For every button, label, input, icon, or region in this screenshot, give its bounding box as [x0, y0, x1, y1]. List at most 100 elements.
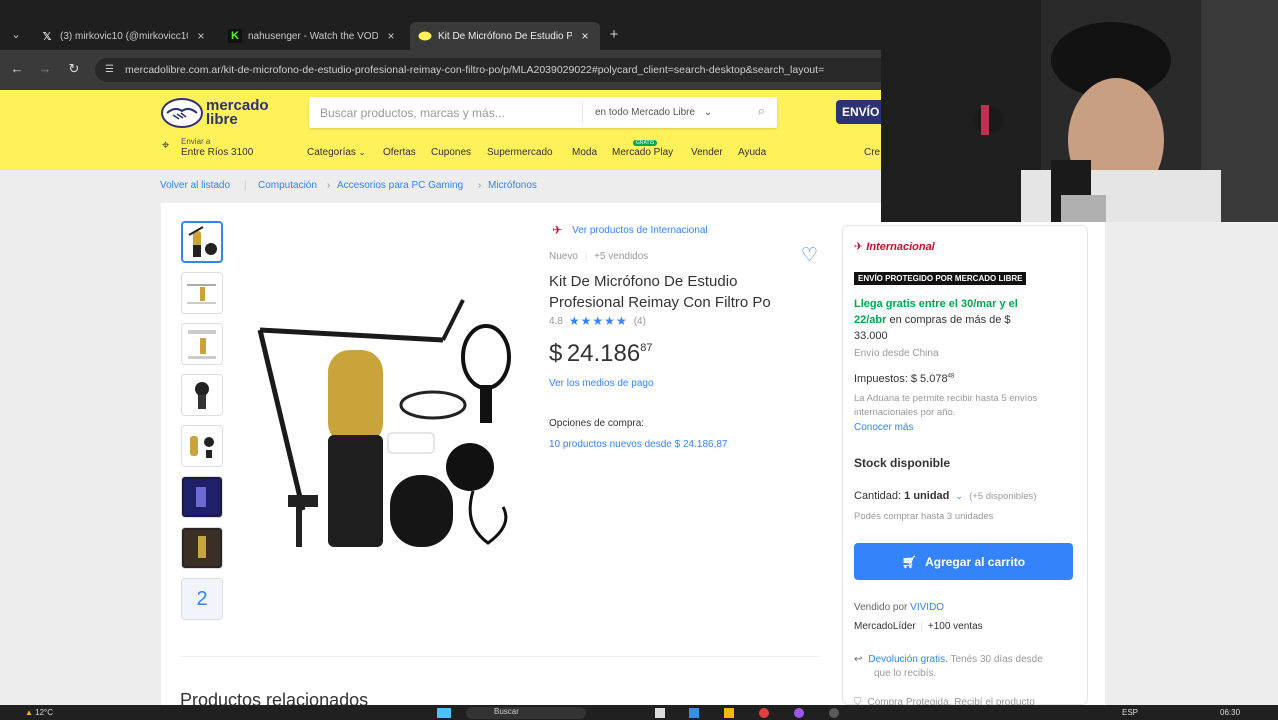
return-arrow-icon: ↩: [854, 654, 863, 665]
language-indicator[interactable]: ESP: [1122, 708, 1138, 717]
ships-from: Envío desde China: [854, 348, 939, 359]
review-count: (4): [633, 315, 646, 327]
thumbnail-1[interactable]: [181, 221, 223, 263]
mercadolibre-logo-icon: [418, 29, 432, 43]
windows-start-icon[interactable]: [437, 708, 451, 718]
seller-level: MercadoLíder: [854, 621, 916, 632]
tab-label: nahusenger - Watch the VOD o: [248, 30, 378, 42]
tab-kick[interactable]: K nahusenger - Watch the VOD o ×: [220, 22, 406, 50]
handshake-logo-icon: [161, 98, 203, 128]
reload-icon[interactable]: ↻: [65, 60, 83, 78]
nav-moda[interactable]: Moda: [572, 147, 597, 158]
thumbnail-5[interactable]: [181, 425, 223, 467]
breadcrumb-item[interactable]: Micrófonos: [488, 180, 537, 191]
payment-methods-link[interactable]: Ver los medios de pago: [549, 378, 654, 389]
mic-thumbnail-image: [184, 479, 220, 515]
tab-mercadolibre[interactable]: Kit De Micrófono De Estudio Pr ×: [410, 22, 600, 50]
thumbnail-3[interactable]: [181, 323, 223, 365]
favorite-heart-icon[interactable]: ♡: [801, 244, 818, 267]
nav-ayuda[interactable]: Ayuda: [738, 147, 766, 158]
seller-reputation: MercadoLíder | +100 ventas: [854, 621, 983, 632]
taskbar-app-icon[interactable]: [794, 708, 804, 718]
taskbar-app-icon[interactable]: [724, 708, 734, 718]
clock[interactable]: 06:30: [1220, 708, 1240, 717]
chevron-right-icon: ›: [478, 180, 482, 191]
kick-logo-icon: K: [228, 29, 242, 43]
deliver-to[interactable]: ⌖ Enviar a Entre Ríos 3100: [162, 135, 282, 161]
back-to-list-link[interactable]: Volver al listado: [160, 180, 230, 191]
forward-arrow-icon[interactable]: →: [36, 60, 54, 78]
taskbar-search[interactable]: Buscar: [466, 707, 586, 719]
thumbnail-2[interactable]: [181, 272, 223, 314]
search-scope-select[interactable]: en todo Mercado Libre ⌄: [582, 102, 742, 123]
seller-store-link[interactable]: Ver productos de Internacional: [572, 225, 708, 236]
taskbar-app-icon[interactable]: [655, 708, 665, 718]
search-icon[interactable]: ⌕: [758, 103, 765, 119]
purchase-options-link[interactable]: 10 productos nuevos desde $ 24.186,87: [549, 439, 727, 450]
location-pin-icon: ⌖: [162, 137, 170, 152]
learn-more-link[interactable]: Conocer más: [854, 422, 913, 433]
breadcrumb-item[interactable]: Accesorios para PC Gaming: [337, 180, 463, 191]
quantity-value: 1 unidad: [904, 490, 950, 502]
promo-banner[interactable]: ENVÍO: [836, 100, 886, 124]
chevron-right-icon: ›: [327, 180, 331, 191]
mic-thumbnail-image: [184, 530, 220, 566]
quantity-label: Cantidad:: [854, 490, 902, 502]
new-tab-plus-icon[interactable]: +: [606, 27, 622, 43]
nav-ofertas[interactable]: Ofertas: [383, 147, 416, 158]
nav-cupones[interactable]: Cupones: [431, 147, 471, 158]
arrival-info: Llega gratis entre el 30/mar y el 22/abr…: [854, 296, 1074, 344]
seller-name-link[interactable]: VIVIDO: [910, 602, 944, 613]
divider: [180, 656, 820, 657]
quantity-selector[interactable]: Cantidad: 1 unidad ⌄ (+5 disponibles): [854, 490, 1036, 502]
close-icon[interactable]: ×: [194, 29, 208, 43]
star-rating-icon: ★★★★★: [568, 314, 628, 328]
tab-list-chevron-icon[interactable]: ⌄: [8, 28, 24, 44]
nav-categorias[interactable]: Categorías ⌄: [307, 147, 365, 158]
search-box[interactable]: Buscar productos, marcas y más... en tod…: [309, 97, 777, 128]
nav-supermercado[interactable]: Supermercado: [487, 147, 553, 158]
quantity-available: (+5 disponibles): [969, 491, 1037, 502]
taxes-cents: 48: [947, 373, 955, 380]
free-return-link[interactable]: Devolución gratis.: [868, 654, 947, 665]
nav-crear-cuenta[interactable]: Cre: [864, 147, 880, 158]
free-return: ↩ Devolución gratis. Tenés 30 días desde …: [854, 654, 1043, 679]
taskbar-app-icon[interactable]: [759, 708, 769, 718]
taxes: Impuestos: $ 5.07848: [854, 373, 955, 385]
mic-thumbnail-image: [195, 382, 209, 409]
purchase-options-label: Opciones de compra:: [549, 418, 645, 429]
taskbar-app-icon[interactable]: [829, 708, 839, 718]
price-cents: 87: [640, 342, 653, 354]
play-free-badge: GRATIS: [633, 140, 658, 146]
add-to-cart-button[interactable]: 🛒︎ Agregar al carrito: [854, 543, 1073, 580]
seller-store-banner[interactable]: ✈ Ver productos de Internacional: [552, 223, 708, 237]
chevron-down-icon: ⌄: [358, 148, 366, 157]
deliver-address: Entre Ríos 3100: [181, 147, 254, 158]
more-images-count: 2: [196, 587, 208, 610]
thumbnail-4[interactable]: [181, 374, 223, 416]
rating-value: 4.8: [549, 315, 563, 327]
thumbnail-more[interactable]: 2: [181, 578, 223, 620]
mercadolibre-logo[interactable]: mercado libre: [161, 96, 273, 130]
product-main-image[interactable]: [248, 285, 528, 555]
nav-mercado-play[interactable]: Mercado Play: [612, 147, 673, 158]
rating-row[interactable]: 4.8 ★★★★★ (4): [549, 314, 646, 328]
nav-vender[interactable]: Vender: [691, 147, 723, 158]
tab-x[interactable]: 𝕏 (3) mirkovic10 (@mirkovicc10) ×: [32, 22, 216, 50]
thumbnail-6[interactable]: [181, 476, 223, 518]
weather-widget[interactable]: ▲ 12°C: [25, 708, 53, 717]
arrival-date-end: 22/abr: [854, 314, 887, 326]
close-icon[interactable]: ×: [384, 29, 398, 43]
price: $ 24.18687: [549, 340, 652, 368]
close-icon[interactable]: ×: [578, 29, 592, 43]
search-input[interactable]: Buscar productos, marcas y más...: [320, 106, 505, 120]
back-arrow-icon[interactable]: ←: [8, 60, 26, 78]
thumbnail-7[interactable]: [181, 527, 223, 569]
tab-label: Kit De Micrófono De Estudio Pr: [438, 30, 572, 42]
condition: Nuevo: [549, 251, 578, 262]
weather-icon: ▲: [25, 708, 33, 717]
breadcrumb-item[interactable]: Computación: [258, 180, 317, 191]
url-text: mercadolibre.com.ar/kit-de-microfono-de-…: [125, 64, 825, 76]
taskbar-app-icon[interactable]: [689, 708, 699, 718]
site-settings-icon[interactable]: ☰: [105, 58, 114, 82]
